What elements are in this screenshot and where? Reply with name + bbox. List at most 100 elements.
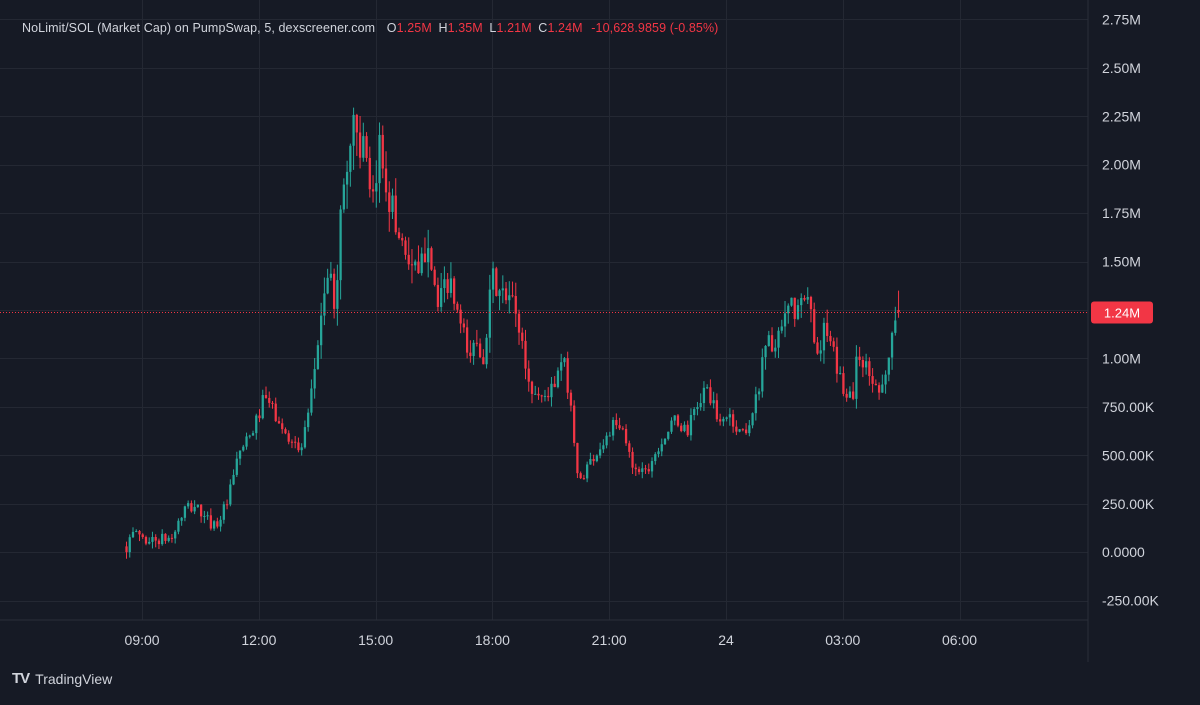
candle-body	[550, 383, 553, 398]
candle-body	[148, 541, 151, 544]
candle-body	[637, 469, 641, 472]
candle-body	[744, 429, 748, 434]
candle-body	[709, 387, 712, 404]
candle-body	[504, 288, 508, 301]
candle-body	[809, 296, 813, 310]
price-axis-tick-label: 2.25M	[1102, 108, 1141, 124]
candle-body	[686, 424, 689, 436]
candle-body	[161, 533, 164, 545]
candle-body	[641, 468, 644, 472]
candle-body	[180, 517, 183, 521]
candle-body	[284, 429, 287, 434]
candle-body	[822, 322, 826, 351]
candle-body	[767, 335, 770, 346]
time-axis-tick-label: 15:00	[358, 632, 393, 648]
candle-body	[813, 309, 816, 343]
price-axis-tick-label: 2.75M	[1102, 11, 1141, 27]
price-axis-tick-label: 2.50M	[1102, 60, 1141, 76]
candle-down	[573, 400, 576, 447]
candle-body	[232, 474, 235, 485]
candle-body	[605, 435, 608, 446]
candle-body	[258, 415, 261, 419]
candle-body	[277, 421, 281, 424]
candle-body	[693, 409, 696, 416]
last-price-tag-label: 1.24M	[1104, 306, 1140, 321]
candle-body	[887, 357, 890, 375]
candle-body	[855, 356, 858, 399]
candle-body	[144, 536, 148, 544]
candle-body	[556, 370, 560, 388]
candle-body	[890, 332, 894, 358]
high-value: 1.35M	[447, 21, 483, 35]
candle-body	[433, 269, 436, 285]
candle-body	[806, 296, 809, 300]
candle-body	[845, 393, 848, 398]
candle-body	[514, 296, 517, 314]
candle-body	[589, 458, 592, 465]
candle-body	[524, 340, 527, 369]
candle-body	[368, 157, 371, 190]
candle-body	[378, 134, 381, 184]
candle-body	[573, 405, 576, 443]
price-axis-tick-label: 1.00M	[1102, 350, 1141, 366]
candle-body	[657, 451, 660, 455]
candlestick-chart[interactable]: 2.75M 2.50M 2.25M 2.00M 1.75M 1.50M 1.00M 750.0…	[0, 0, 1200, 700]
candle-body	[157, 540, 161, 545]
candle-body	[216, 521, 219, 527]
candle-body	[696, 407, 699, 410]
candle-body	[738, 429, 741, 432]
candle-body	[128, 537, 131, 553]
candle-body	[225, 504, 229, 506]
candle-body	[819, 350, 822, 354]
candle-body	[469, 352, 472, 357]
candle-body	[868, 361, 871, 377]
candle-body	[242, 446, 245, 451]
candle-body	[222, 504, 225, 520]
symbol-title[interactable]: NoLimit/SOL (Market Cap) on PumpSwap, 5,…	[22, 21, 375, 35]
candle-body	[699, 403, 702, 408]
candle-body	[618, 425, 621, 429]
candle-body	[440, 288, 443, 307]
candle-body	[508, 295, 511, 301]
candle-body	[446, 279, 449, 293]
candle-body	[579, 473, 582, 479]
candle-up	[485, 333, 488, 369]
candle-body	[848, 391, 852, 398]
candle-body	[177, 520, 180, 532]
candle-down	[566, 351, 569, 400]
candle-body	[261, 395, 264, 419]
tradingview-wordmark: TradingView	[35, 670, 113, 687]
candle-body	[436, 284, 440, 307]
time-axis-tick-label: 06:00	[942, 632, 977, 648]
candle-body	[141, 534, 144, 537]
candle-body	[193, 506, 196, 512]
candle-body	[212, 521, 216, 529]
candle-body	[414, 261, 417, 266]
candle-body	[443, 279, 446, 289]
candle-body	[761, 357, 764, 392]
candle-body	[644, 468, 647, 470]
candle-body	[345, 171, 349, 185]
chart-canvas[interactable]: 2.75M 2.50M 2.25M 2.00M 1.75M 1.50M 1.00M 750.0…	[0, 0, 1200, 700]
candle-body	[725, 417, 728, 419]
last-price-tag: 1.24M	[1091, 301, 1153, 324]
candle-body	[770, 335, 774, 352]
candle-body	[719, 419, 722, 422]
candle-body	[472, 342, 475, 357]
candle-body	[219, 519, 222, 527]
candle-body	[203, 515, 206, 517]
candle-body	[339, 209, 342, 281]
candle-up	[663, 438, 667, 445]
tradingview-brand[interactable]: TV TradingView	[12, 670, 112, 687]
candle-body	[478, 343, 482, 358]
candle-body	[624, 429, 628, 444]
candle-body	[757, 391, 761, 395]
candle-body	[245, 436, 248, 447]
candle-body	[628, 443, 631, 452]
candle-body	[290, 441, 294, 443]
candle-body	[310, 388, 313, 413]
candle-body	[547, 395, 550, 398]
price-axis-tick-label: 500.00K	[1102, 447, 1155, 463]
candle-body	[835, 346, 839, 374]
candle-body	[164, 533, 167, 541]
